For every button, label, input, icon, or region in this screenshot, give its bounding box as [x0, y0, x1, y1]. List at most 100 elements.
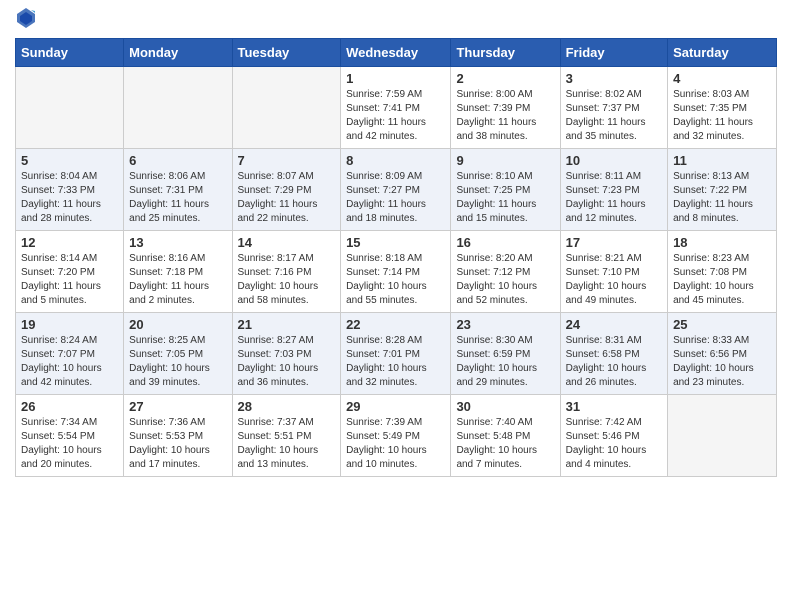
- day-info: Sunrise: 8:10 AM Sunset: 7:25 PM Dayligh…: [456, 170, 554, 226]
- calendar-week-row: 12 Sunrise: 8:14 AM Sunset: 7:20 PM Dayli…: [16, 231, 777, 313]
- calendar-cell: 15 Sunrise: 8:18 AM Sunset: 7:14 PM Dayli…: [341, 231, 451, 313]
- day-info: Sunrise: 8:07 AM Sunset: 7:29 PM Dayligh…: [238, 170, 336, 226]
- day-number: 12: [21, 235, 118, 250]
- day-number: 16: [456, 235, 554, 250]
- logo-icon: [17, 8, 35, 28]
- day-info: Sunrise: 8:18 AM Sunset: 7:14 PM Dayligh…: [346, 252, 445, 308]
- day-number: 8: [346, 153, 445, 168]
- day-number: 4: [673, 71, 771, 86]
- page-header: [15, 10, 777, 28]
- day-info: Sunrise: 8:17 AM Sunset: 7:16 PM Dayligh…: [238, 252, 336, 308]
- calendar-cell: 1Sunrise: 7:59 AM Sunset: 7:41 PM Daylig…: [341, 67, 451, 149]
- weekday-header: Sunday: [16, 39, 124, 67]
- day-info: Sunrise: 8:27 AM Sunset: 7:03 PM Dayligh…: [238, 334, 336, 390]
- day-info: Sunrise: 7:40 AM Sunset: 5:48 PM Dayligh…: [456, 416, 554, 472]
- calendar-cell: [16, 67, 124, 149]
- weekday-header: Tuesday: [232, 39, 341, 67]
- day-info: Sunrise: 8:14 AM Sunset: 7:20 PM Dayligh…: [21, 252, 118, 308]
- day-number: 19: [21, 317, 118, 332]
- day-number: 17: [566, 235, 662, 250]
- calendar-cell: 7 Sunrise: 8:07 AM Sunset: 7:29 PM Daylig…: [232, 149, 341, 231]
- day-number: 23: [456, 317, 554, 332]
- calendar-cell: 28Sunrise: 7:37 AM Sunset: 5:51 PM Dayli…: [232, 395, 341, 477]
- day-info: Sunrise: 7:37 AM Sunset: 5:51 PM Dayligh…: [238, 416, 336, 472]
- calendar-cell: 25Sunrise: 8:33 AM Sunset: 6:56 PM Dayli…: [668, 313, 777, 395]
- day-number: 9: [456, 153, 554, 168]
- day-number: 29: [346, 399, 445, 414]
- page-container: SundayMondayTuesdayWednesdayThursdayFrid…: [0, 0, 792, 487]
- day-info: Sunrise: 8:30 AM Sunset: 6:59 PM Dayligh…: [456, 334, 554, 390]
- day-number: 31: [566, 399, 662, 414]
- day-number: 10: [566, 153, 662, 168]
- calendar-cell: 13Sunrise: 8:16 AM Sunset: 7:18 PM Dayli…: [124, 231, 232, 313]
- calendar-cell: 23 Sunrise: 8:30 AM Sunset: 6:59 PM Dayli…: [451, 313, 560, 395]
- calendar-cell: 2 Sunrise: 8:00 AM Sunset: 7:39 PM Daylig…: [451, 67, 560, 149]
- day-number: 13: [129, 235, 226, 250]
- day-number: 7: [238, 153, 336, 168]
- day-info: Sunrise: 8:23 AM Sunset: 7:08 PM Dayligh…: [673, 252, 771, 308]
- day-number: 15: [346, 235, 445, 250]
- calendar-cell: [668, 395, 777, 477]
- calendar-cell: 26 Sunrise: 7:34 AM Sunset: 5:54 PM Dayli…: [16, 395, 124, 477]
- calendar-cell: 18 Sunrise: 8:23 AM Sunset: 7:08 PM Dayli…: [668, 231, 777, 313]
- calendar-week-row: 26 Sunrise: 7:34 AM Sunset: 5:54 PM Dayli…: [16, 395, 777, 477]
- day-number: 27: [129, 399, 226, 414]
- calendar-cell: 14 Sunrise: 8:17 AM Sunset: 7:16 PM Dayli…: [232, 231, 341, 313]
- day-number: 18: [673, 235, 771, 250]
- calendar-cell: 16 Sunrise: 8:20 AM Sunset: 7:12 PM Dayli…: [451, 231, 560, 313]
- calendar-cell: 10 Sunrise: 8:11 AM Sunset: 7:23 PM Dayli…: [560, 149, 667, 231]
- calendar-cell: 8 Sunrise: 8:09 AM Sunset: 7:27 PM Daylig…: [341, 149, 451, 231]
- day-info: Sunrise: 7:42 AM Sunset: 5:46 PM Dayligh…: [566, 416, 662, 472]
- day-number: 14: [238, 235, 336, 250]
- weekday-header: Friday: [560, 39, 667, 67]
- calendar-cell: 20Sunrise: 8:25 AM Sunset: 7:05 PM Dayli…: [124, 313, 232, 395]
- day-info: Sunrise: 8:04 AM Sunset: 7:33 PM Dayligh…: [21, 170, 118, 226]
- day-info: Sunrise: 8:06 AM Sunset: 7:31 PM Dayligh…: [129, 170, 226, 226]
- calendar-week-row: 5 Sunrise: 8:04 AM Sunset: 7:33 PM Daylig…: [16, 149, 777, 231]
- day-info: Sunrise: 8:28 AM Sunset: 7:01 PM Dayligh…: [346, 334, 445, 390]
- weekday-header: Thursday: [451, 39, 560, 67]
- day-number: 24: [566, 317, 662, 332]
- day-number: 21: [238, 317, 336, 332]
- weekday-header: Saturday: [668, 39, 777, 67]
- calendar-cell: 29 Sunrise: 7:39 AM Sunset: 5:49 PM Dayli…: [341, 395, 451, 477]
- calendar-cell: 22 Sunrise: 8:28 AM Sunset: 7:01 PM Dayli…: [341, 313, 451, 395]
- day-number: 6: [129, 153, 226, 168]
- weekday-header: Wednesday: [341, 39, 451, 67]
- day-info: Sunrise: 7:36 AM Sunset: 5:53 PM Dayligh…: [129, 416, 226, 472]
- day-info: Sunrise: 8:20 AM Sunset: 7:12 PM Dayligh…: [456, 252, 554, 308]
- day-number: 30: [456, 399, 554, 414]
- calendar-cell: 31 Sunrise: 7:42 AM Sunset: 5:46 PM Dayli…: [560, 395, 667, 477]
- day-info: Sunrise: 8:24 AM Sunset: 7:07 PM Dayligh…: [21, 334, 118, 390]
- day-number: 26: [21, 399, 118, 414]
- calendar-week-row: 19 Sunrise: 8:24 AM Sunset: 7:07 PM Dayli…: [16, 313, 777, 395]
- day-number: 11: [673, 153, 771, 168]
- day-number: 22: [346, 317, 445, 332]
- day-info: Sunrise: 7:34 AM Sunset: 5:54 PM Dayligh…: [21, 416, 118, 472]
- day-info: Sunrise: 8:33 AM Sunset: 6:56 PM Dayligh…: [673, 334, 771, 390]
- calendar-cell: 17 Sunrise: 8:21 AM Sunset: 7:10 PM Dayli…: [560, 231, 667, 313]
- calendar-table: SundayMondayTuesdayWednesdayThursdayFrid…: [15, 38, 777, 477]
- day-number: 5: [21, 153, 118, 168]
- day-info: Sunrise: 8:13 AM Sunset: 7:22 PM Dayligh…: [673, 170, 771, 226]
- calendar-cell: 6 Sunrise: 8:06 AM Sunset: 7:31 PM Daylig…: [124, 149, 232, 231]
- calendar-cell: 9 Sunrise: 8:10 AM Sunset: 7:25 PM Daylig…: [451, 149, 560, 231]
- calendar-cell: 27 Sunrise: 7:36 AM Sunset: 5:53 PM Dayli…: [124, 395, 232, 477]
- calendar-week-row: 1Sunrise: 7:59 AM Sunset: 7:41 PM Daylig…: [16, 67, 777, 149]
- day-info: Sunrise: 7:59 AM Sunset: 7:41 PM Dayligh…: [346, 88, 445, 144]
- day-info: Sunrise: 7:39 AM Sunset: 5:49 PM Dayligh…: [346, 416, 445, 472]
- day-info: Sunrise: 8:09 AM Sunset: 7:27 PM Dayligh…: [346, 170, 445, 226]
- day-number: 3: [566, 71, 662, 86]
- calendar-cell: 5 Sunrise: 8:04 AM Sunset: 7:33 PM Daylig…: [16, 149, 124, 231]
- day-info: Sunrise: 8:03 AM Sunset: 7:35 PM Dayligh…: [673, 88, 771, 144]
- day-number: 2: [456, 71, 554, 86]
- calendar-cell: 4 Sunrise: 8:03 AM Sunset: 7:35 PM Daylig…: [668, 67, 777, 149]
- calendar-cell: [232, 67, 341, 149]
- day-info: Sunrise: 8:00 AM Sunset: 7:39 PM Dayligh…: [456, 88, 554, 144]
- calendar-cell: 12 Sunrise: 8:14 AM Sunset: 7:20 PM Dayli…: [16, 231, 124, 313]
- day-info: Sunrise: 8:21 AM Sunset: 7:10 PM Dayligh…: [566, 252, 662, 308]
- day-info: Sunrise: 8:11 AM Sunset: 7:23 PM Dayligh…: [566, 170, 662, 226]
- calendar-cell: 24Sunrise: 8:31 AM Sunset: 6:58 PM Dayli…: [560, 313, 667, 395]
- calendar-cell: 11 Sunrise: 8:13 AM Sunset: 7:22 PM Dayli…: [668, 149, 777, 231]
- calendar-cell: 3Sunrise: 8:02 AM Sunset: 7:37 PM Daylig…: [560, 67, 667, 149]
